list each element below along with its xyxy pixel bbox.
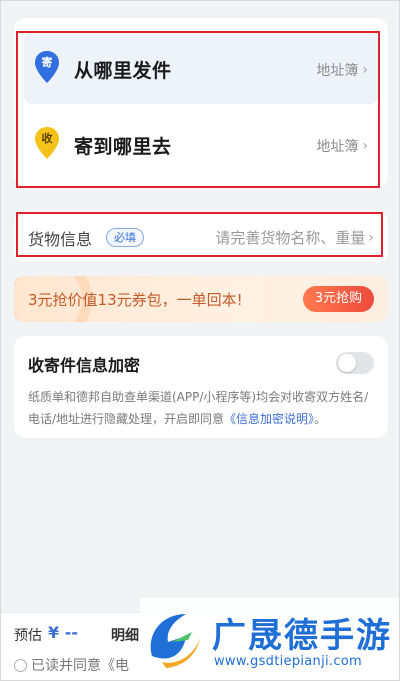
- required-badge: 必填: [106, 228, 144, 247]
- sender-title: 从哪里发件: [74, 60, 172, 82]
- agreement-row[interactable]: 已读并同意《电: [14, 655, 129, 675]
- sender-pin-icon: 寄: [34, 50, 60, 84]
- receiver-address-book-link[interactable]: 地址簿 ›: [316, 136, 368, 156]
- chevron-right-icon: ›: [362, 62, 368, 78]
- receiver-address-row[interactable]: 收 寄到哪里去 地址簿 ›: [24, 108, 378, 180]
- chevron-right-icon: ›: [362, 138, 368, 154]
- encrypt-title: 收寄件信息加密: [28, 356, 141, 375]
- sender-pin-label: 寄: [41, 56, 53, 69]
- receiver-pin-icon: 收: [34, 126, 60, 160]
- sender-address-book-label: 地址簿: [316, 63, 359, 79]
- agreement-text: 已读并同意《电: [31, 658, 129, 674]
- promo-banner[interactable]: 3元抢价值13元券包，一单回本! 3元抢购: [14, 276, 388, 322]
- encrypt-desc-end: 。: [314, 412, 327, 426]
- encrypt-toggle[interactable]: [336, 352, 374, 374]
- encrypt-info-link[interactable]: 《信息加密说明》: [224, 412, 314, 426]
- goods-info-placeholder: 请完善货物名称、重量: [215, 229, 366, 247]
- watermark: 广晟德手游 www.gsdtiepianji.com: [140, 598, 400, 681]
- encrypt-card: 收寄件信息加密 纸质单和德邦自助查单渠道(APP/小程序等)均会对收寄双方姓名/…: [14, 336, 388, 438]
- toggle-knob: [338, 354, 356, 372]
- estimate-price: ¥ --: [48, 623, 78, 642]
- goods-info-label: 货物信息: [28, 230, 93, 249]
- estimate-label: 预估: [14, 628, 42, 644]
- receiver-title: 寄到哪里去: [74, 136, 172, 158]
- sender-address-book-link[interactable]: 地址簿 ›: [316, 60, 368, 80]
- sender-address-row[interactable]: 寄 从哪里发件 地址簿 ›: [24, 32, 378, 104]
- agree-radio[interactable]: [14, 658, 27, 672]
- price-detail-link[interactable]: 明细: [111, 625, 139, 645]
- goods-info-hint: 请完善货物名称、重量 ›: [215, 227, 374, 248]
- chevron-right-icon: ›: [368, 229, 374, 246]
- watermark-logo-icon: [150, 614, 200, 668]
- goods-info-row[interactable]: 货物信息 必填 请完善货物名称、重量 ›: [14, 212, 388, 262]
- watermark-title: 广晟德手游: [212, 616, 392, 656]
- receiver-pin-label: 收: [41, 132, 53, 145]
- address-card: 寄 从哪里发件 地址簿 › 收 寄到哪里去 地址簿 ›: [14, 18, 388, 188]
- watermark-url: www.gsdtiepianji.com: [214, 654, 363, 669]
- receiver-address-book-label: 地址簿: [316, 139, 359, 155]
- encrypt-description: 纸质单和德邦自助查单渠道(APP/小程序等)均会对收寄双方姓名/电话/地址进行隐…: [28, 386, 378, 430]
- promo-buy-button[interactable]: 3元抢购: [302, 286, 374, 312]
- promo-text: 3元抢价值13元券包，一单回本!: [28, 291, 243, 309]
